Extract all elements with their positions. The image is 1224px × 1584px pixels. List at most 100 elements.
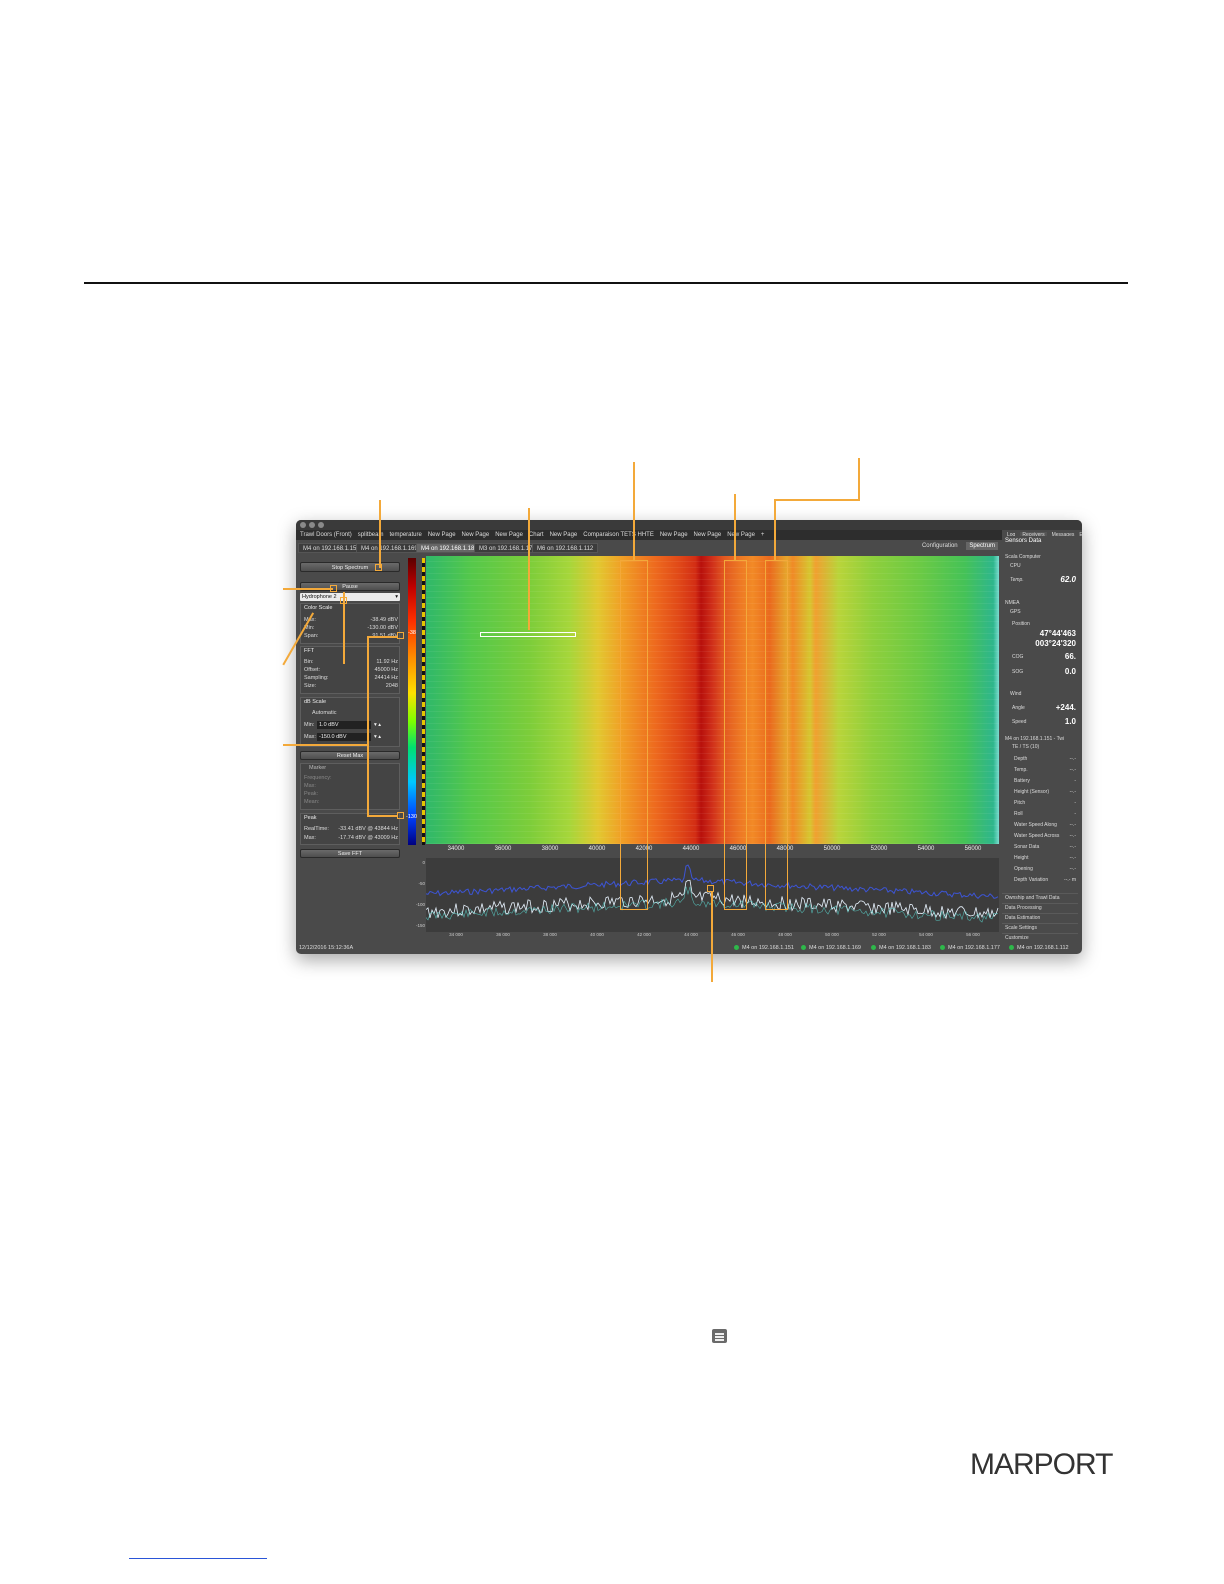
marker-checkbox[interactable]: Marker xyxy=(309,765,326,771)
fft-x-tick-label: 44 000 xyxy=(684,932,698,937)
control-panel-section[interactable]: Ownship and Trawl Data xyxy=(1002,893,1078,902)
connection-status[interactable]: M4 on 192.168.1.151 xyxy=(734,942,794,954)
label: Size: xyxy=(304,683,317,689)
connection-status[interactable]: M4 on 192.168.1.177 xyxy=(940,942,1000,954)
connected-dot-icon xyxy=(734,945,739,951)
connected-dot-icon xyxy=(1009,945,1014,951)
page-tabs: Trawl Doors (Front) splitbeam temperature N… xyxy=(300,530,770,540)
sensor-row-label: Depth Variation xyxy=(1014,877,1049,883)
callout-box-band3 xyxy=(765,560,788,910)
automatic-checkbox[interactable]: Automatic xyxy=(304,710,398,717)
db-min-input[interactable]: 1.0 dBV xyxy=(317,721,371,729)
page-tab[interactable]: New Page xyxy=(462,532,490,538)
sensor-row-label: Height (Sensor) xyxy=(1014,789,1050,795)
value: -17.74 dBV @ 43009 Hz xyxy=(338,835,398,841)
status-datetime: 12/12/2016 15:12:36A xyxy=(299,945,354,951)
pause-button[interactable]: Pause xyxy=(300,582,400,591)
marker-frequency: Frequency: xyxy=(304,775,332,781)
position-label: Position xyxy=(1012,621,1030,627)
device-tab[interactable]: M6 on 192.168.1.112 xyxy=(532,543,599,553)
marker-peak: Peak: xyxy=(304,791,319,797)
zoom-dot-icon[interactable] xyxy=(318,522,324,528)
peak-realtime: RealTime: -33.41 dBV @ 43844 Hz xyxy=(304,826,398,833)
spectrogram[interactable] xyxy=(426,556,999,844)
tab-spectrum[interactable]: Spectrum xyxy=(966,542,998,550)
control-panel-section[interactable]: Scale Settings xyxy=(1002,923,1078,932)
hydrophone-select[interactable]: Hydrophone 2 ▾ xyxy=(300,593,400,601)
page-tab[interactable]: New Page xyxy=(550,532,578,538)
sensor-row-label: Pitch xyxy=(1014,800,1026,806)
page-tab[interactable]: temperature xyxy=(389,532,421,538)
footer-link-underline[interactable] xyxy=(129,1558,267,1559)
speed-value: 1.0 xyxy=(1064,717,1076,726)
stop-spectrum-button[interactable]: Stop Spectrum xyxy=(300,562,400,572)
sensor-row-value: --.- xyxy=(1069,756,1076,762)
page-tab[interactable]: New Page xyxy=(694,532,722,538)
fft-group: FFT Bin: 11.92 Hz Offset: 45000 Hz Samplin… xyxy=(300,646,400,694)
device-tab[interactable]: M4 on 192.168.1.169 xyxy=(356,543,423,553)
sensor-row-label: Water Speed Across xyxy=(1014,833,1060,839)
page-tab[interactable]: + xyxy=(761,532,765,538)
value: 11.92 Hz xyxy=(376,659,398,665)
page-tab[interactable]: New Page xyxy=(660,532,688,538)
sensor-row-label: Opening xyxy=(1014,866,1033,872)
page-tab[interactable]: Trawl Doors (Front) xyxy=(300,532,352,538)
sensor-row-value: - xyxy=(1074,811,1076,817)
color-scale-slider-track[interactable] xyxy=(422,558,425,845)
fft-y-axis: 0 -50 -100 -150 xyxy=(412,858,426,932)
db-scale-group: dB Scale Automatic Min: 1.0 dBV ▾ ▴ Max: -1… xyxy=(300,697,400,747)
sensor-row-value: --.- xyxy=(1069,866,1076,872)
callout-marker-pause xyxy=(330,585,337,592)
connection-label: M4 on 192.168.1.112 xyxy=(1017,945,1069,951)
callout-line-scale-top xyxy=(367,636,397,638)
connection-status[interactable]: M4 on 192.168.1.183 xyxy=(871,942,931,954)
wind-label: Wind xyxy=(1010,691,1022,697)
page-tab[interactable]: Chart xyxy=(529,532,544,538)
fft-plot[interactable] xyxy=(425,858,999,932)
page-tab[interactable]: New Page xyxy=(495,532,523,538)
callout-marker-fft xyxy=(707,885,714,892)
peak-title: Peak xyxy=(304,815,317,821)
callout-line-band3-c xyxy=(774,499,776,560)
control-panel-section[interactable]: Customize xyxy=(1002,933,1078,942)
page-tab[interactable]: Comparaison TETS HHTE xyxy=(583,532,654,538)
minimize-dot-icon[interactable] xyxy=(309,522,315,528)
fft-x-axis: 34 000 36 000 38 000 40 000 42 000 44 000 46 0… xyxy=(426,932,999,940)
fft-x-tick-label: 38 000 xyxy=(543,932,557,937)
page-tab[interactable]: New Page xyxy=(428,532,456,538)
value: 24414 Hz xyxy=(374,675,398,681)
sensor-row-value: --.- xyxy=(1069,789,1076,795)
color-scale-min: Min: -130.00 dBV xyxy=(304,625,398,632)
peak-group: Peak RealTime: -33.41 dBV @ 43844 Hz Max:… xyxy=(300,813,400,845)
sensor-row-label: Sonar Data xyxy=(1014,844,1040,850)
connection-status[interactable]: M4 on 192.168.1.169 xyxy=(801,942,861,954)
device-tab-selected[interactable]: M4 on 192.168.1.183 xyxy=(416,543,483,553)
save-fft-button[interactable]: Save FFT xyxy=(300,849,400,858)
fft-y-tick-label: -150 xyxy=(415,923,425,928)
menu-icon xyxy=(712,1329,727,1343)
stepper-arrows-icon[interactable]: ▾ ▴ xyxy=(374,733,381,741)
control-panel-section[interactable]: Data Processing xyxy=(1002,903,1078,912)
page-tab[interactable]: New Page xyxy=(727,532,755,538)
sog-label: SOG xyxy=(1012,669,1024,675)
callout-line-fft xyxy=(711,892,713,982)
device-tab[interactable]: M3 on 192.168.1.177 xyxy=(474,543,541,553)
connection-status[interactable]: M4 on 192.168.1.112 xyxy=(1009,942,1069,954)
db-min-field: Min: 1.0 dBV ▾ ▴ xyxy=(304,721,398,729)
sensor-row-label: Height xyxy=(1014,855,1029,861)
device-tab[interactable]: M4 on 192.168.1.151 xyxy=(298,543,365,553)
label: Max: xyxy=(304,835,316,841)
cog-label: COG xyxy=(1012,654,1024,660)
db-max-input[interactable]: -150.0 dBV xyxy=(317,733,371,741)
callout-box-band2 xyxy=(724,560,747,910)
callout-line-scale xyxy=(283,744,367,746)
close-dot-icon[interactable] xyxy=(300,522,306,528)
stepper-arrows-icon[interactable]: ▾ ▴ xyxy=(374,721,381,729)
tab-configuration[interactable]: Configuration xyxy=(919,542,961,550)
reset-max-button[interactable]: Reset Max xyxy=(300,751,400,760)
status-bar: 12/12/2016 15:12:36A M4 on 192.168.1.151… xyxy=(296,942,1082,954)
fft-x-tick-label: 48 000 xyxy=(778,932,792,937)
control-panel-section[interactable]: Data Estimation xyxy=(1002,913,1078,922)
fft-y-tick-label: -100 xyxy=(415,902,425,907)
fft-size: Size: 2048 xyxy=(304,683,398,690)
